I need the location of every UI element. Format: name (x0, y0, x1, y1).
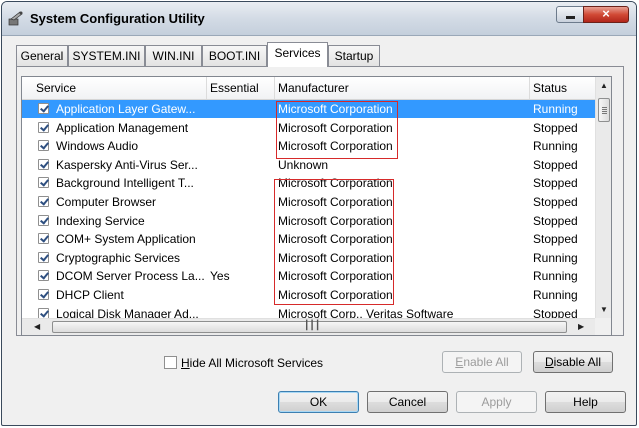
service-name: Cryptographic Services (56, 250, 181, 265)
service-checkbox[interactable] (38, 251, 49, 263)
system-config-icon (8, 11, 23, 26)
service-checkbox[interactable] (38, 307, 49, 319)
tab-services[interactable]: Services (267, 42, 328, 67)
service-checkbox[interactable] (38, 121, 49, 133)
status-value: Stopped (533, 157, 578, 172)
column-header-manufacturer[interactable]: Manufacturer (278, 81, 349, 95)
service-checkbox[interactable] (38, 233, 49, 245)
minimize-icon[interactable] (556, 6, 584, 23)
tab-general[interactable]: General (16, 45, 68, 66)
essential-value: Yes (210, 269, 230, 284)
hide-ms-services-label[interactable]: Hide All Microsoft Services (181, 356, 323, 370)
service-checkbox[interactable] (38, 289, 49, 300)
service-checkbox[interactable] (38, 214, 49, 226)
status-value: Running (533, 102, 578, 116)
status-value: Stopped (533, 176, 578, 191)
disable-all-button[interactable]: Disable All (533, 351, 613, 373)
status-value: Stopped (533, 232, 578, 247)
service-checkbox[interactable] (38, 140, 49, 152)
scroll-left-icon[interactable]: ◀ (34, 322, 40, 331)
service-name: DCOM Server Process La... (56, 269, 205, 284)
status-value: Running (533, 269, 578, 284)
service-name: COM+ System Application (56, 232, 196, 247)
service-name: Background Intelligent T... (56, 176, 194, 191)
horizontal-scrollbar[interactable]: ◀ ┃┃┃ ▶ (22, 318, 595, 335)
service-checkbox[interactable] (38, 158, 49, 170)
services-list[interactable]: Service Essential Manufacturer Status Ap… (21, 76, 612, 336)
service-name: Windows Audio (56, 139, 139, 154)
vertical-scroll-thumb[interactable] (598, 98, 610, 122)
horizontal-scroll-thumb[interactable]: ┃┃┃ (52, 320, 567, 333)
ok-button[interactable]: OK (278, 391, 359, 413)
cancel-button[interactable]: Cancel (367, 391, 448, 413)
manufacturer-value: Unknown (278, 157, 329, 172)
tab-startup[interactable]: Startup (328, 45, 380, 66)
service-checkbox[interactable] (38, 177, 49, 189)
status-value: Stopped (533, 213, 578, 228)
service-name: Kaspersky Anti-Virus Ser... (56, 157, 198, 172)
service-checkbox[interactable] (38, 196, 49, 207)
help-button[interactable]: Help (545, 391, 626, 413)
close-icon[interactable]: × (583, 6, 629, 23)
status-value: Running (533, 288, 578, 302)
hide-ms-services-checkbox[interactable] (164, 356, 177, 369)
highlight-box-top (276, 101, 398, 159)
tab-boot-ini[interactable]: BOOT.INI (202, 45, 267, 66)
status-value: Running (533, 139, 578, 154)
tab-win-ini[interactable]: WIN.INI (145, 45, 202, 66)
column-header-essential[interactable]: Essential (210, 81, 259, 95)
tab-system-ini[interactable]: SYSTEM.INI (68, 45, 145, 66)
service-name: DHCP Client (56, 288, 124, 302)
vertical-scrollbar[interactable]: ▲ ▼ (595, 77, 611, 318)
window-title: System Configuration Utility (30, 11, 205, 26)
title-bar[interactable]: System Configuration Utility × (2, 2, 636, 36)
apply-button[interactable]: Apply (456, 391, 537, 413)
service-name: Application Layer Gatew... (56, 102, 196, 116)
scroll-right-icon[interactable]: ▶ (578, 322, 584, 331)
service-name: Application Management (56, 120, 189, 135)
column-header-service[interactable]: Service (36, 81, 76, 95)
service-name: Computer Browser (56, 195, 157, 209)
service-checkbox[interactable] (38, 103, 49, 114)
close-glyph: × (602, 6, 610, 21)
column-header-status[interactable]: Status (533, 81, 567, 95)
status-value: Stopped (533, 120, 578, 135)
list-header: Service Essential Manufacturer Status (22, 77, 595, 100)
service-name: Indexing Service (56, 213, 145, 228)
system-config-window: System Configuration Utility × General S… (1, 1, 637, 426)
grip-icon: ┃┃┃ (304, 320, 321, 330)
service-checkbox[interactable] (38, 270, 49, 282)
enable-all-button[interactable]: Enable All (442, 351, 522, 373)
scroll-corner (595, 318, 611, 335)
highlight-box-bottom (274, 179, 394, 305)
scroll-down-icon[interactable]: ▼ (600, 305, 608, 314)
scroll-up-icon[interactable]: ▲ (600, 81, 608, 90)
status-value: Stopped (533, 195, 578, 209)
status-value: Running (533, 250, 578, 265)
